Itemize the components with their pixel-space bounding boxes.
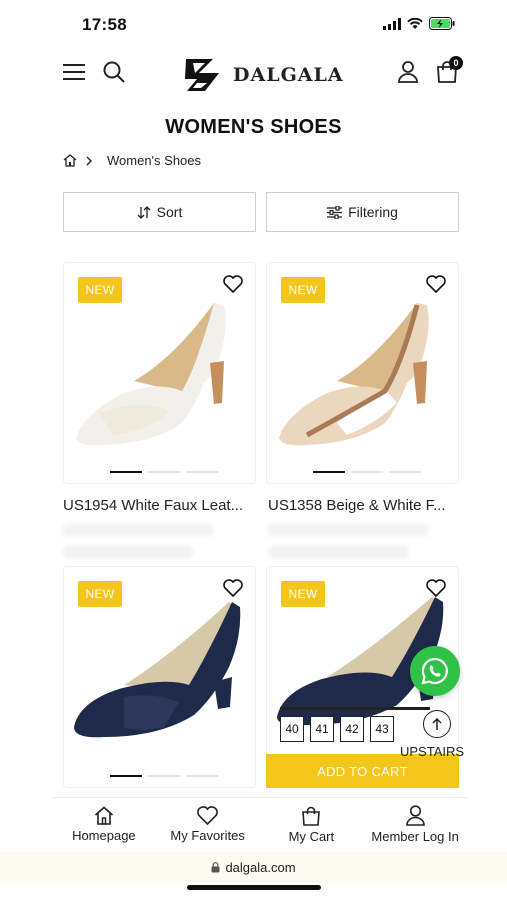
hamburger-menu-icon bbox=[63, 64, 85, 80]
nav-favorites[interactable]: My Favorites bbox=[156, 798, 260, 851]
favorite-heart-icon[interactable] bbox=[223, 579, 243, 597]
heart-icon bbox=[197, 806, 219, 825]
size-option[interactable]: 42 bbox=[340, 716, 364, 742]
filter-button[interactable]: Filtering bbox=[266, 192, 459, 232]
filter-sliders-icon bbox=[327, 205, 343, 219]
image-carousel-dots[interactable] bbox=[110, 471, 218, 473]
status-time: 17:58 bbox=[82, 15, 127, 34]
home-indicator bbox=[187, 885, 321, 890]
image-carousel-dots[interactable] bbox=[313, 471, 421, 473]
breadcrumb: Women's Shoes bbox=[63, 153, 201, 168]
favorite-heart-icon[interactable] bbox=[223, 275, 243, 293]
product-card[interactable]: NEW bbox=[63, 262, 256, 484]
brand-logo-mark bbox=[185, 59, 219, 91]
add-to-cart-button[interactable]: ADD TO CART bbox=[266, 754, 459, 788]
carousel-dot[interactable] bbox=[186, 471, 218, 473]
lock-icon bbox=[211, 861, 220, 872]
chevron-right-icon bbox=[86, 156, 92, 165]
new-badge: NEW bbox=[281, 277, 325, 303]
whatsapp-button[interactable] bbox=[410, 646, 460, 696]
signal-icon bbox=[383, 17, 401, 30]
carousel-dot[interactable] bbox=[110, 471, 142, 473]
home-icon bbox=[94, 806, 113, 825]
brand-logo[interactable]: DALGALA bbox=[183, 55, 344, 95]
sort-label: Sort bbox=[156, 204, 183, 220]
carousel-dot[interactable] bbox=[351, 471, 383, 473]
product-name[interactable]: US1358 Beige & White F... bbox=[268, 497, 464, 514]
price-placeholder bbox=[63, 524, 213, 536]
nav-member-login[interactable]: Member Log In bbox=[363, 798, 467, 851]
bottom-navigation: Homepage My Favorites My Cart Member Log… bbox=[52, 797, 467, 851]
price-placeholder bbox=[63, 546, 193, 558]
user-icon bbox=[398, 61, 418, 83]
size-selector-bar bbox=[280, 707, 430, 710]
battery-charging-icon bbox=[429, 17, 455, 30]
carousel-dot[interactable] bbox=[148, 775, 180, 777]
carousel-dot[interactable] bbox=[186, 775, 218, 777]
product-card[interactable]: NEW bbox=[266, 262, 459, 484]
size-option[interactable]: 40 bbox=[280, 716, 304, 742]
cart-count-badge: 0 bbox=[449, 56, 463, 70]
arrow-up-icon bbox=[432, 717, 442, 730]
account-button[interactable] bbox=[396, 59, 420, 85]
new-badge: NEW bbox=[281, 581, 325, 607]
search-icon bbox=[103, 61, 125, 83]
new-badge: NEW bbox=[78, 581, 122, 607]
url-text: dalgala.com bbox=[225, 859, 296, 875]
price-placeholder bbox=[268, 524, 428, 536]
size-option[interactable]: 43 bbox=[370, 716, 394, 742]
page-title: WOMEN'S SHOES bbox=[165, 116, 342, 138]
nav-label: Member Log In bbox=[371, 829, 459, 844]
menu-button[interactable] bbox=[62, 60, 86, 84]
carousel-dot[interactable] bbox=[313, 471, 345, 473]
carousel-dot[interactable] bbox=[148, 471, 180, 473]
nav-cart[interactable]: My Cart bbox=[260, 798, 364, 851]
size-options: 40 41 42 43 bbox=[280, 716, 394, 742]
scroll-to-top-label: UPSTAIRS bbox=[400, 744, 465, 759]
bag-icon bbox=[302, 806, 321, 826]
status-bar: 17:58 bbox=[0, 0, 507, 50]
header: DALGALA 0 bbox=[0, 50, 507, 98]
favorite-heart-icon[interactable] bbox=[426, 579, 446, 597]
nav-label: My Cart bbox=[288, 828, 335, 844]
size-option[interactable]: 41 bbox=[310, 716, 334, 742]
new-badge: NEW bbox=[78, 277, 122, 303]
favorite-heart-icon[interactable] bbox=[426, 275, 446, 293]
image-carousel-dots[interactable] bbox=[110, 775, 218, 777]
product-name[interactable]: US1954 White Faux Leat... bbox=[63, 497, 259, 514]
carousel-dot[interactable] bbox=[389, 471, 421, 473]
home-icon[interactable] bbox=[63, 154, 77, 167]
breadcrumb-current[interactable]: Women's Shoes bbox=[107, 153, 201, 168]
brand-name: DALGALA bbox=[233, 64, 344, 86]
sort-button[interactable]: Sort bbox=[63, 192, 256, 232]
nav-homepage[interactable]: Homepage bbox=[52, 798, 156, 851]
status-icons bbox=[383, 17, 455, 30]
sort-icon bbox=[137, 205, 151, 219]
whatsapp-icon bbox=[421, 657, 448, 685]
price-placeholder bbox=[268, 546, 408, 558]
nav-label: My Favorites bbox=[170, 828, 245, 843]
search-button[interactable] bbox=[101, 59, 127, 85]
user-icon bbox=[405, 805, 425, 826]
filter-label: Filtering bbox=[348, 204, 398, 220]
product-card[interactable]: NEW bbox=[63, 566, 256, 788]
cart-button[interactable]: 0 bbox=[434, 56, 463, 85]
carousel-dot[interactable] bbox=[110, 775, 142, 777]
wifi-icon bbox=[407, 17, 423, 29]
nav-label: Homepage bbox=[72, 828, 136, 843]
browser-url-bar[interactable]: dalgala.com bbox=[0, 852, 507, 882]
scroll-to-top-button[interactable] bbox=[423, 710, 451, 738]
